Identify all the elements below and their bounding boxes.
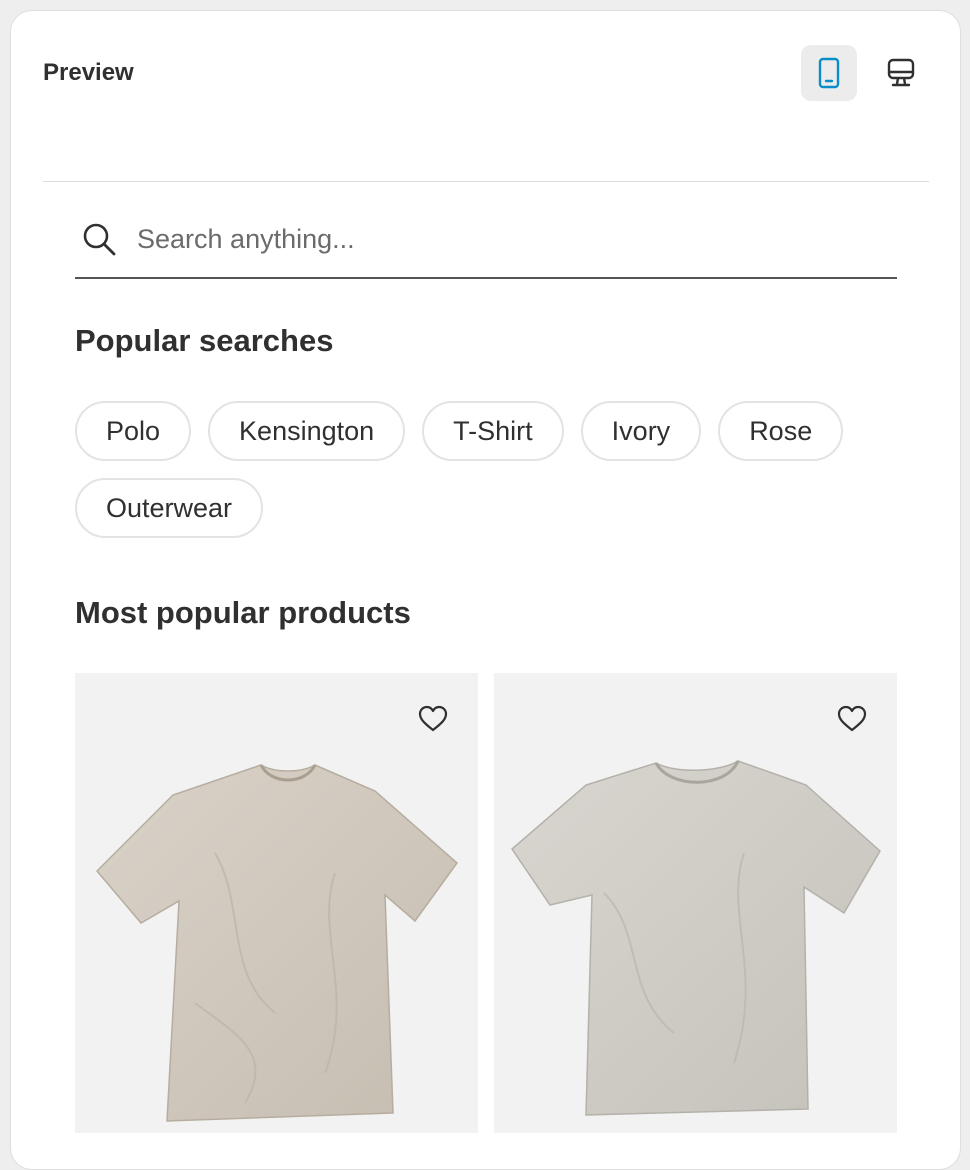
mobile-view-button[interactable] <box>801 45 857 101</box>
popular-searches-heading: Popular searches <box>75 323 334 358</box>
desktop-view-button[interactable] <box>873 45 929 101</box>
chip-ivory[interactable]: Ivory <box>580 401 702 461</box>
beige-t-shirt-image <box>95 764 459 1122</box>
chip-t-shirt[interactable]: T-Shirt <box>422 401 564 461</box>
popular-searches-chips: Polo Kensington T-Shirt Ivory Rose Outer… <box>75 401 905 538</box>
heart-icon[interactable] <box>837 705 867 733</box>
product-card[interactable] <box>75 673 478 1133</box>
chip-kensington[interactable]: Kensington <box>208 401 406 461</box>
search-bar[interactable] <box>75 201 897 279</box>
heart-icon[interactable] <box>418 705 448 733</box>
product-grid <box>75 673 897 1133</box>
header-divider <box>43 181 929 182</box>
preview-card: Preview Popular searches Polo <box>10 10 961 1170</box>
desktop-monitor-icon <box>887 58 915 87</box>
chip-rose[interactable]: Rose <box>718 401 844 461</box>
popular-products-heading: Most popular products <box>75 595 411 630</box>
product-card[interactable] <box>494 673 897 1133</box>
search-icon[interactable] <box>81 221 117 257</box>
preview-header: Preview <box>11 11 960 181</box>
chip-outerwear[interactable]: Outerwear <box>75 478 264 538</box>
chip-polo[interactable]: Polo <box>75 401 192 461</box>
search-input[interactable] <box>137 223 877 255</box>
page-title: Preview <box>43 59 134 86</box>
grey-t-shirt-image <box>511 760 881 1116</box>
mobile-phone-icon <box>818 57 840 89</box>
